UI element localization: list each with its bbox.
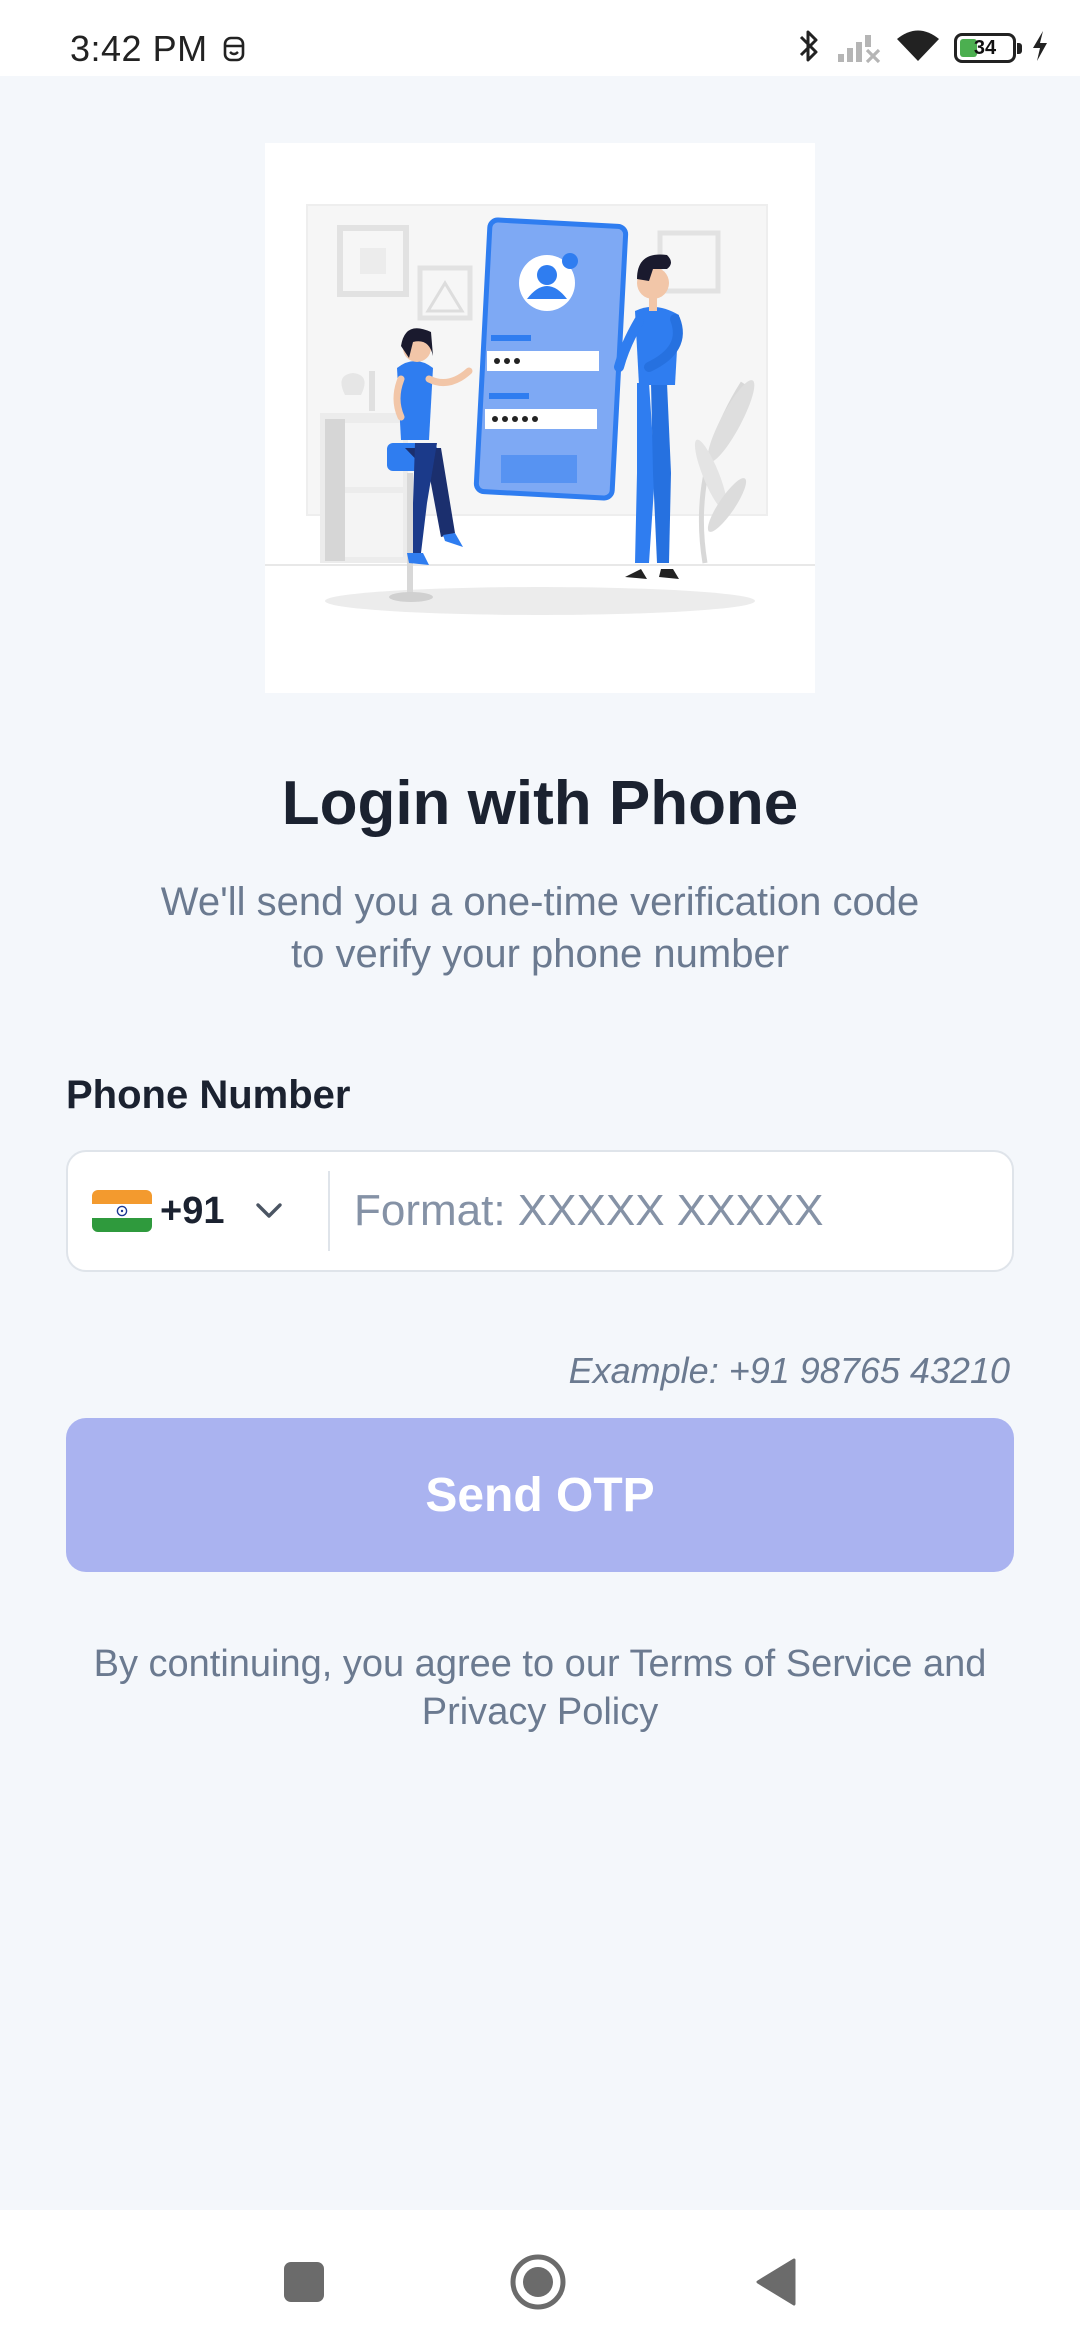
status-icons: 34 <box>796 26 1050 70</box>
login-illustration <box>265 143 815 693</box>
bluetooth-icon <box>796 27 822 70</box>
status-time: 3:42 PM <box>70 28 208 69</box>
country-dial-code: +91 <box>160 1189 225 1232</box>
country-code-selector[interactable]: +91 <box>68 1152 328 1270</box>
phone-example-hint: Example: +91 98765 43210 <box>568 1350 1010 1391</box>
notification-icon <box>222 33 246 70</box>
phone-number-input[interactable] <box>330 1152 1012 1270</box>
wifi-icon <box>896 28 940 69</box>
page-subtitle: We'll send you a one-time verification c… <box>160 880 920 976</box>
battery-level: 34 <box>973 37 997 59</box>
battery-icon: 34 <box>954 33 1022 63</box>
status-bar: 3:42 PM 34 <box>0 0 1080 76</box>
home-icon[interactable] <box>508 2252 568 2312</box>
chevron-down-icon <box>254 1202 284 1225</box>
system-navigation-bar <box>0 2210 1080 2340</box>
terms-notice: By continuing, you agree to our Terms of… <box>93 1643 987 1733</box>
phone-input-group: +91 <box>66 1150 1014 1272</box>
charging-icon <box>1030 29 1050 68</box>
india-flag-icon <box>92 1190 152 1232</box>
battery-nub <box>1017 43 1022 54</box>
phone-number-label: Phone Number <box>66 1073 351 1117</box>
back-icon[interactable] <box>746 2252 806 2312</box>
page-title: Login with Phone <box>281 769 799 838</box>
signal-off-icon <box>836 28 882 69</box>
send-otp-button[interactable]: Send OTP <box>66 1418 1014 1572</box>
recents-icon[interactable] <box>274 2252 334 2312</box>
